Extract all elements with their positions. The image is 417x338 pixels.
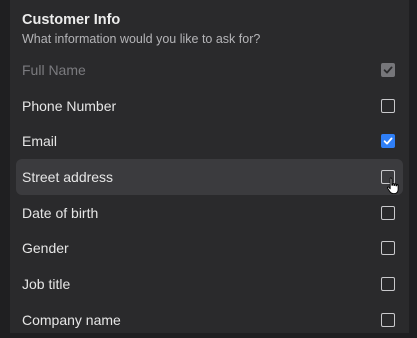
field-option-checkbox[interactable] — [381, 134, 395, 149]
field-option-email[interactable]: Email — [16, 123, 403, 159]
field-options-list: Full Name Phone Number Email Street addr… — [16, 52, 403, 338]
field-option-street-address[interactable]: Street address — [16, 159, 403, 195]
field-option-label: Email — [22, 133, 58, 150]
section-title: Customer Info — [22, 12, 121, 28]
section-header: Customer Info What information would you… — [22, 10, 260, 48]
field-option-gender[interactable]: Gender — [16, 230, 403, 266]
field-option-company-name[interactable]: Company name — [16, 302, 403, 338]
field-option-checkbox — [381, 62, 395, 77]
pointer-cursor-icon — [387, 177, 399, 195]
field-option-label: Date of birth — [22, 204, 99, 221]
field-option-checkbox[interactable] — [381, 276, 395, 291]
field-option-phone-number[interactable]: Phone Number — [16, 88, 403, 124]
field-option-label: Gender — [22, 240, 69, 257]
field-option-job-title[interactable]: Job title — [16, 266, 403, 302]
field-option-label: Street address — [22, 168, 114, 185]
field-option-label: Job title — [22, 275, 71, 292]
field-option-checkbox[interactable] — [381, 205, 395, 220]
check-icon — [383, 137, 393, 145]
check-icon — [383, 66, 393, 74]
field-option-checkbox[interactable] — [381, 98, 395, 113]
field-option-label: Company name — [22, 311, 121, 328]
field-option-label: Phone Number — [22, 97, 117, 114]
customer-info-panel: Customer Info What information would you… — [10, 0, 409, 333]
field-option-full-name: Full Name — [16, 52, 403, 88]
field-option-checkbox[interactable] — [381, 312, 395, 327]
section-subtitle: What information would you like to ask f… — [22, 32, 261, 46]
field-option-checkbox[interactable] — [381, 241, 395, 256]
field-option-label: Full Name — [22, 61, 86, 78]
field-option-date-of-birth[interactable]: Date of birth — [16, 195, 403, 231]
